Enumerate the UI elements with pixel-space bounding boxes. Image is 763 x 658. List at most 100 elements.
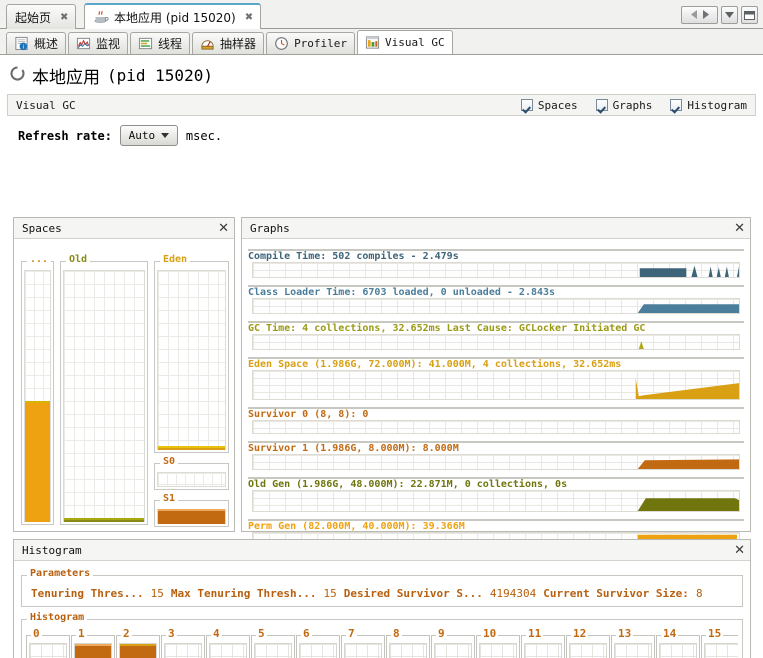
space-bar [25, 401, 50, 522]
tab-monitor[interactable]: 监视 [68, 32, 129, 54]
graph-survivor-1[interactable]: Survivor 1 (1.986G, 8.000M): 8.000M [248, 441, 744, 473]
doc-tab-start-page[interactable]: 起始页 ✖ [6, 4, 77, 29]
histogram-bin-2[interactable]: 2 [116, 629, 160, 658]
histogram-bin-12[interactable]: 12 [566, 629, 610, 658]
parameters-group: Parameters Tenuring Thres... 15 Max Tenu… [21, 568, 743, 607]
profiler-clock-icon [274, 36, 290, 52]
space-label: ... [27, 254, 52, 266]
bin-plate [254, 643, 292, 658]
histogram-bin-4[interactable]: 4 [206, 629, 250, 658]
graph-compile-time[interactable]: Compile Time: 502 compiles - 2.479s [248, 249, 744, 281]
bin-label: 1 [76, 629, 87, 640]
java-coffee-icon [93, 9, 109, 25]
bin-bar [75, 644, 111, 658]
visualgc-icon [365, 35, 381, 51]
scroll-left-icon[interactable] [690, 9, 698, 22]
space-label: S0 [160, 456, 179, 468]
histogram-bin-3[interactable]: 3 [161, 629, 205, 658]
checkbox-histogram[interactable]: Histogram [670, 99, 747, 112]
bin-label: 2 [121, 629, 132, 640]
maximize-icon[interactable] [741, 6, 758, 24]
close-icon[interactable]: ✖ [245, 12, 253, 23]
checkbox-spaces[interactable]: Spaces [520, 98, 578, 112]
tab-visual-gc[interactable]: Visual GC [357, 30, 453, 54]
graph-plot [252, 370, 740, 400]
space-bar [158, 446, 225, 450]
parameters-group-title: Parameters [27, 568, 94, 580]
close-icon[interactable]: ✕ [734, 222, 745, 235]
tab-scroll-buttons[interactable] [681, 6, 718, 24]
bin-plate [164, 643, 202, 658]
chevron-down-icon[interactable] [161, 133, 170, 138]
histogram-panel-title: Histogram [22, 543, 82, 557]
bin-label: 15 [706, 629, 724, 640]
tab-profiler[interactable]: Profiler [266, 32, 356, 54]
checkbox-label: Histogram [687, 98, 747, 112]
space-eden[interactable]: Eden [154, 254, 229, 453]
graph-title: Compile Time: 502 compiles - 2.479s [248, 251, 459, 262]
scroll-right-icon[interactable] [702, 9, 709, 22]
histogram-bin-5[interactable]: 5 [251, 629, 295, 658]
space-old[interactable]: Old [60, 254, 148, 525]
histogram-bin-0[interactable]: 0 [26, 629, 70, 658]
histogram-group: Histogram 0 1 2 3 4 5 6 7 8 9 10 11 12 1… [21, 612, 743, 658]
graph-gc-time[interactable]: GC Time: 4 collections, 32.652ms Last Ca… [248, 321, 744, 353]
tab-sampler[interactable]: 抽样器 [192, 32, 265, 54]
parameters-row: Tenuring Thres... 15 Max Tenuring Thresh… [25, 583, 739, 604]
graph-title: Class Loader Time: 6703 loaded, 0 unload… [248, 287, 556, 298]
space-s1[interactable]: S1 [154, 493, 229, 527]
checkbox-label: Spaces [537, 98, 578, 112]
tab-list-dropdown-icon[interactable] [721, 6, 738, 24]
toolbar-checkboxes: Spaces Graphs Histogram [520, 98, 747, 112]
checkbox-icon[interactable] [670, 99, 683, 111]
bin-plate [479, 643, 517, 658]
refresh-rate-unit: msec. [185, 128, 223, 143]
param-value-tenuring-threshold: 15 [150, 587, 164, 600]
histogram-bin-7[interactable]: 7 [341, 629, 385, 658]
tab-nav-buttons [681, 6, 758, 24]
graph-class-loader-time[interactable]: Class Loader Time: 6703 loaded, 0 unload… [248, 285, 744, 317]
doc-tab-local-app[interactable]: 本地应用 (pid 15020) ✖ [84, 3, 262, 29]
space-s0[interactable]: S0 [154, 456, 229, 490]
histogram-bin-14[interactable]: 14 [656, 629, 700, 658]
param-label-max-tenuring-threshold: Max Tenuring Thresh... [170, 587, 317, 600]
checkbox-icon[interactable] [595, 99, 608, 111]
space-label: Old [66, 254, 91, 266]
refresh-rate-label: Refresh rate: [18, 128, 112, 143]
close-icon[interactable]: ✕ [734, 544, 745, 557]
checkbox-icon[interactable] [520, 99, 533, 111]
space-perm[interactable]: ... [21, 254, 54, 525]
graph-eden-space[interactable]: Eden Space (1.986G, 72.000M): 41.000M, 4… [248, 357, 744, 403]
graph-old-gen[interactable]: Old Gen (1.986G, 48.000M): 22.871M, 0 co… [248, 477, 744, 515]
sampler-icon [200, 36, 216, 52]
refresh-rate-select[interactable]: Auto [119, 125, 178, 146]
histogram-bin-6[interactable]: 6 [296, 629, 340, 658]
tab-threads[interactable]: 线程 [130, 32, 191, 54]
space-bar [64, 518, 144, 522]
histogram-bin-13[interactable]: 13 [611, 629, 655, 658]
histogram-bin-9[interactable]: 9 [431, 629, 475, 658]
tab-overview[interactable]: i 概述 [6, 32, 67, 54]
bin-label: 9 [436, 629, 447, 640]
param-label-desired-survivor-size: Desired Survivor S... [343, 587, 483, 600]
histogram-bin-15[interactable]: 15 [701, 629, 738, 658]
bin-label: 3 [166, 629, 177, 640]
histogram-bin-11[interactable]: 11 [521, 629, 565, 658]
document-tabstrip: 起始页 ✖ 本地应用 (pid 15020) ✖ [0, 0, 763, 29]
checkbox-graphs[interactable]: Graphs [595, 99, 652, 112]
overview-icon: i [14, 36, 30, 52]
graph-survivor-0[interactable]: Survivor 0 (8, 8): 0 [248, 407, 744, 437]
bin-label: 5 [256, 629, 267, 640]
tab-label: Profiler [294, 37, 348, 50]
bin-label: 8 [391, 629, 402, 640]
close-icon[interactable]: ✖ [60, 12, 68, 23]
bin-plate [389, 643, 427, 658]
bin-plate [569, 643, 607, 658]
histogram-panel: Histogram ✕ Parameters Tenuring Thres...… [13, 539, 751, 658]
histogram-bin-1[interactable]: 1 [71, 629, 115, 658]
histogram-bin-10[interactable]: 10 [476, 629, 520, 658]
bin-plate [209, 643, 247, 658]
histogram-bin-8[interactable]: 8 [386, 629, 430, 658]
graphs-panel: Graphs ✕ Compile Time: 502 compiles - 2.… [241, 217, 751, 546]
close-icon[interactable]: ✕ [218, 222, 229, 235]
